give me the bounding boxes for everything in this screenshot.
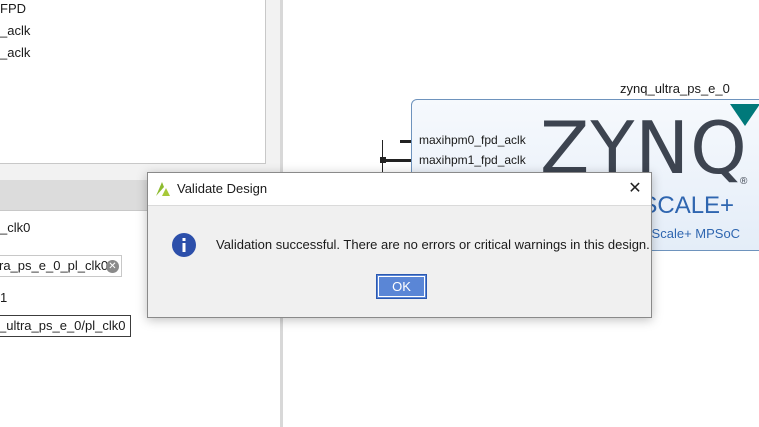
logo-corner-icon — [730, 104, 759, 126]
net-wire — [382, 140, 383, 172]
clear-icon[interactable]: ✕ — [106, 260, 119, 273]
net-junction — [380, 157, 386, 163]
ok-button[interactable]: OK — [376, 274, 427, 299]
tree-item[interactable]: FPD — [0, 1, 26, 16]
property-field[interactable]: ra_ps_e_0_pl_clk0 — [0, 255, 122, 277]
port-label: maxihpm0_fpd_aclk — [419, 133, 526, 147]
dialog-titlebar[interactable]: Validate Design ✕ — [148, 173, 651, 206]
registered-mark: ® — [740, 176, 748, 187]
close-button[interactable]: ✕ — [624, 179, 646, 199]
ip-subtitle: raScale+ MPSoC — [640, 226, 741, 241]
vivado-icon — [156, 182, 170, 196]
tree-item[interactable]: _aclk — [0, 23, 30, 38]
tree-item[interactable]: _aclk — [0, 45, 30, 60]
property-value: 1 — [0, 290, 8, 305]
port-pin[interactable] — [400, 140, 411, 143]
dialog-message: Validation successful. There are no erro… — [216, 237, 650, 252]
property-field-value: _ultra_ps_e_0/pl_clk0 — [0, 318, 126, 333]
validate-design-dialog: Validate Design ✕ Validation successful.… — [147, 172, 652, 318]
property-field[interactable]: _ultra_ps_e_0/pl_clk0 — [0, 315, 131, 337]
hierarchy-tree: FPD _aclk _aclk — [0, 0, 266, 164]
close-icon: ✕ — [628, 180, 642, 197]
info-icon — [172, 233, 196, 257]
property-value: _clk0 — [0, 220, 31, 235]
port-pin[interactable] — [383, 159, 411, 162]
ip-instance-name: zynq_ultra_ps_e_0 — [620, 81, 730, 96]
property-field-value: ra_ps_e_0_pl_clk0 — [0, 258, 109, 273]
dialog-title: Validate Design — [177, 181, 268, 196]
port-label: maxihpm1_fpd_aclk — [419, 153, 526, 167]
